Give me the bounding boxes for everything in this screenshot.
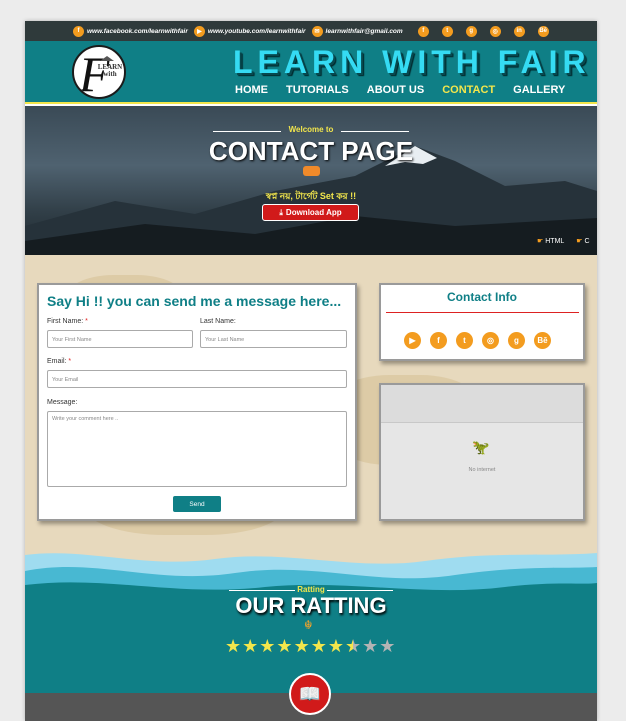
- facebook-link-text: www.facebook.com/learnwithfair: [87, 27, 188, 35]
- behance-icon[interactable]: Bē: [534, 332, 551, 349]
- email-link[interactable]: ✉ learnwithfair@gmail.com: [311, 25, 403, 37]
- youtube-icon: ▶: [193, 25, 205, 37]
- graduation-cap-icon: [100, 56, 114, 61]
- message-label: Message:: [47, 399, 78, 406]
- star-icon: ★: [276, 636, 293, 656]
- brand-title: LEARN WITH FAIR: [233, 44, 591, 80]
- nav-home[interactable]: HOME: [235, 84, 268, 96]
- behance-icon[interactable]: Bē: [537, 25, 549, 37]
- no-internet-text: No internet: [468, 467, 496, 473]
- hero-banner: Welcome to CONTACT PAGE স্বপ্ন নয়, টার্…: [25, 106, 597, 255]
- star-icon: ★: [293, 636, 310, 656]
- email-label: Email: *: [47, 358, 71, 365]
- facebook-link[interactable]: f www.facebook.com/learnwithfair: [73, 25, 188, 37]
- youtube-icon[interactable]: ▶: [404, 332, 421, 349]
- contact-form: Say Hi !! you can send me a message here…: [37, 283, 357, 521]
- book-icon[interactable]: 📖: [289, 673, 331, 715]
- main-nav: HOME TUTORIALS ABOUT US CONTACT GALLERY: [235, 84, 565, 96]
- nav-about-us[interactable]: ABOUT US: [367, 84, 424, 96]
- social-topbar: f www.facebook.com/learnwithfair ▶ www.y…: [25, 21, 597, 41]
- star-icon: ★: [225, 636, 242, 656]
- tag-html-label: HTML: [545, 238, 565, 245]
- star-icon: ★: [310, 636, 327, 656]
- logo-text: LEARN with: [97, 63, 123, 78]
- handshake-icon: [303, 166, 320, 176]
- rating-title: OUR RATTING: [235, 593, 387, 618]
- page: f www.facebook.com/learnwithfair ▶ www.y…: [25, 21, 597, 721]
- required-mark: *: [85, 318, 88, 325]
- star-icon: ★: [259, 636, 276, 656]
- contact-info-divider: [386, 312, 579, 313]
- site-logo[interactable]: F LEARN with: [72, 45, 126, 99]
- contact-info-card: Contact Info ▶ f t ◎ g Bē: [379, 283, 585, 361]
- nav-contact[interactable]: CONTACT: [442, 84, 495, 96]
- first-name-label: First Name: *: [47, 318, 88, 325]
- star-icon: ★: [327, 636, 344, 656]
- last-name-label: Last Name:: [200, 318, 236, 325]
- download-app-button[interactable]: ⤓ Download App: [262, 204, 359, 221]
- first-name-label-text: First Name:: [47, 318, 84, 325]
- email-link-text: learnwithfair@gmail.com: [325, 27, 403, 35]
- facebook-icon[interactable]: f: [430, 332, 447, 349]
- twitter-icon[interactable]: t: [441, 25, 453, 37]
- star-icon: ★: [242, 636, 259, 656]
- hand-pointer-icon: ☛: [537, 238, 544, 245]
- linkedin-icon[interactable]: in: [513, 25, 525, 37]
- contact-info-icons: ▶ f t ◎ g Bē: [404, 332, 551, 349]
- tag-c-label: C: [584, 238, 590, 245]
- star-rating: ★ ★ ★ ★ ★ ★ ★ ★ ★ ★: [225, 636, 395, 656]
- facebook-icon: f: [73, 25, 84, 37]
- first-name-input[interactable]: Your First Name: [47, 330, 193, 348]
- tag-html[interactable]: ☛ HTML: [537, 237, 564, 245]
- tag-c[interactable]: ☛ C: [576, 237, 589, 245]
- emblem-icon: ☬: [304, 618, 313, 632]
- star-icon: ★: [379, 636, 396, 656]
- contact-section: Say Hi !! you can send me a message here…: [25, 255, 597, 547]
- youtube-link[interactable]: ▶ www.youtube.com/learnwithfair: [193, 25, 306, 37]
- hero-welcome: Welcome to: [288, 125, 334, 134]
- map-embed[interactable]: 🦖 No internet: [379, 383, 585, 521]
- message-textarea[interactable]: Write your comment here ..: [47, 411, 347, 487]
- form-title: Say Hi !! you can send me a message here…: [47, 293, 342, 309]
- youtube-link-text: www.youtube.com/learnwithfair: [207, 27, 306, 35]
- required-mark: *: [68, 358, 72, 365]
- map-toolbar: [381, 385, 583, 423]
- last-name-input[interactable]: Your Last Name: [200, 330, 347, 348]
- email-label-text: Email:: [47, 358, 67, 365]
- facebook-icon[interactable]: f: [417, 25, 429, 37]
- email-input[interactable]: Your Email: [47, 370, 347, 388]
- dinosaur-icon: 🦖: [472, 439, 490, 455]
- instagram-icon[interactable]: ◎: [489, 25, 501, 37]
- download-icon: ⤓: [279, 207, 283, 217]
- star-icon: ★: [362, 636, 379, 656]
- send-button[interactable]: Send: [173, 496, 221, 512]
- github-icon[interactable]: g: [508, 332, 525, 349]
- mail-icon: ✉: [311, 25, 323, 37]
- nav-gallery[interactable]: GALLERY: [513, 84, 565, 96]
- star-icon: ★: [344, 636, 362, 656]
- hero-tags: ☛ HTML ☛ C: [537, 237, 590, 245]
- instagram-icon[interactable]: ◎: [482, 332, 499, 349]
- hand-pointer-icon: ☛: [576, 238, 583, 245]
- github-icon[interactable]: g: [465, 25, 477, 37]
- contact-info-title: Contact Info: [447, 290, 517, 304]
- twitter-icon[interactable]: t: [456, 332, 473, 349]
- download-label: Download App: [285, 208, 342, 217]
- hero-title: CONTACT PAGE: [208, 136, 414, 166]
- nav-tutorials[interactable]: TUTORIALS: [286, 84, 349, 96]
- hero-tagline: স্বপ্ন নয়, টার্গেট Set কর !!: [265, 191, 357, 201]
- social-icon-row: f t g ◎ in Bē: [417, 25, 549, 37]
